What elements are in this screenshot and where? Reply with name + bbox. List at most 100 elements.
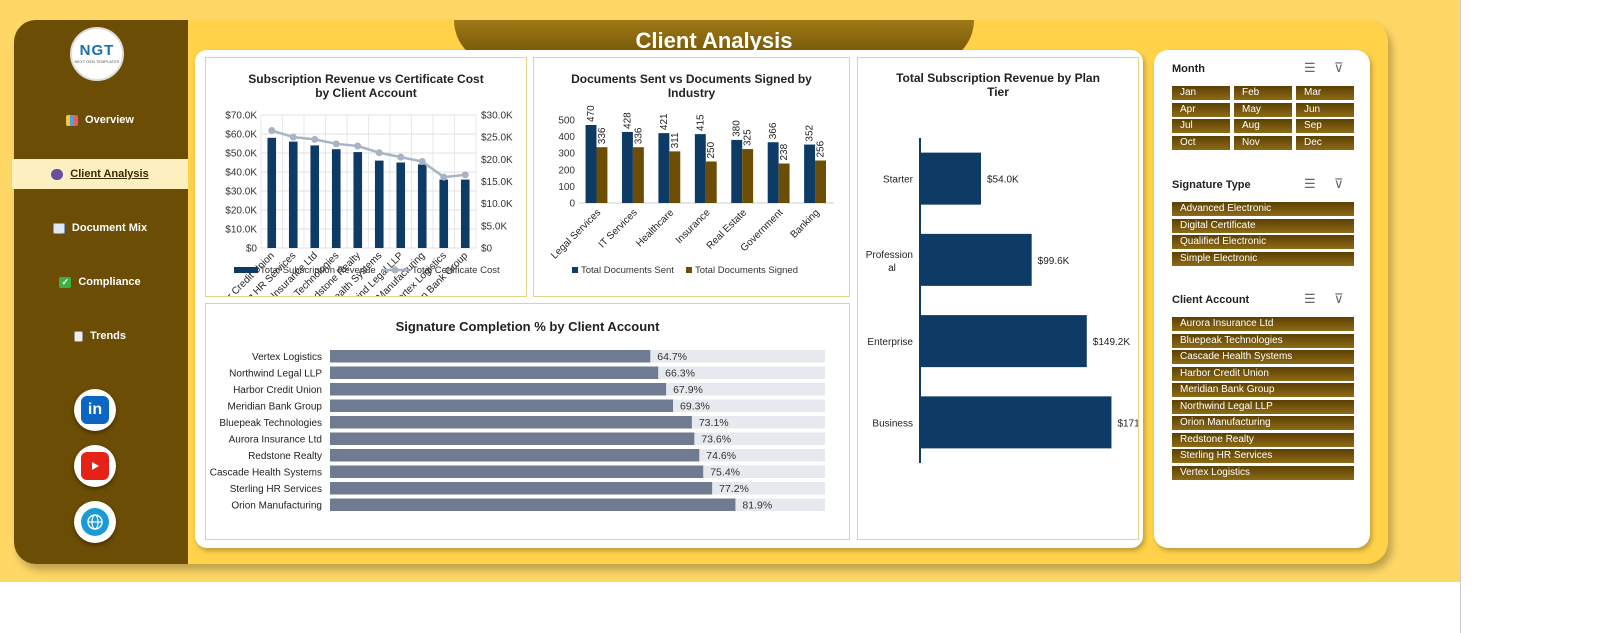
client-chip-meridian-bank-group[interactable]: Meridian Bank Group <box>1172 383 1354 397</box>
nav-label: Trends <box>89 330 127 342</box>
data-label: 81.9% <box>742 500 772 512</box>
linkedin-button[interactable]: in <box>74 389 116 431</box>
youtube-button[interactable] <box>74 445 116 487</box>
logo: NGT NEXT GEN TEMPLATES <box>70 27 124 81</box>
y2-tick-label: $5.0K <box>481 221 507 232</box>
y-tick-label: al <box>888 263 896 274</box>
y-tick-label: Enterprise <box>867 337 913 348</box>
legend-label: Total Documents Signed <box>695 265 798 276</box>
signed-bar <box>632 147 644 203</box>
client-chip-orion-manufacturing[interactable]: Orion Manufacturing <box>1172 416 1354 430</box>
y-tick-label: $60.0K <box>225 130 257 141</box>
cost-point <box>375 149 383 157</box>
month-chip-sep[interactable]: Sep <box>1296 119 1354 133</box>
revenue-bar <box>353 152 363 248</box>
client-chip-sterling-hr-services[interactable]: Sterling HR Services <box>1172 449 1354 463</box>
month-chip-jun[interactable]: Jun <box>1296 102 1354 117</box>
signed-bar <box>778 163 790 203</box>
signature-chip-qualified-electronic[interactable]: Qualified Electronic <box>1172 235 1354 249</box>
revenue-bar <box>439 179 449 248</box>
data-label: 336 <box>633 127 644 144</box>
y-tick-label: Bluepeak Technologies <box>219 418 322 429</box>
client-chip-vertex-logistics[interactable]: Vertex Logistics <box>1172 465 1354 480</box>
y-tick-label: 200 <box>558 165 575 176</box>
nav-client-analysis[interactable]: Client Analysis <box>12 159 188 189</box>
month-chip-oct[interactable]: Oct <box>1172 135 1230 150</box>
sent-bar <box>585 124 597 203</box>
nav-compliance[interactable]: ✓ Compliance <box>12 267 188 297</box>
cost-point <box>311 135 319 143</box>
y-tick-label: 500 <box>558 116 575 127</box>
y2-tick-label: $0 <box>481 244 493 255</box>
completion-bar <box>330 366 659 379</box>
nav-overview[interactable]: Overview <box>12 105 188 135</box>
linkedin-icon: in <box>81 396 109 424</box>
y-tick-label: Sterling HR Services <box>230 484 322 495</box>
legend-swatch <box>686 267 692 273</box>
month-chip-jul[interactable]: Jul <box>1172 119 1230 133</box>
signature-chip-digital-certificate[interactable]: Digital Certificate <box>1172 218 1354 233</box>
page: Client Analysis NGT NEXT GEN TEMPLATES O… <box>0 0 1600 633</box>
signed-bar <box>669 151 681 203</box>
nav-document-mix[interactable]: Document Mix <box>12 213 188 243</box>
x-tick-label: IT Services <box>597 207 640 250</box>
month-chip-nov[interactable]: Nov <box>1234 135 1292 150</box>
y2-tick-label: $25.0K <box>481 133 513 144</box>
website-button[interactable] <box>74 501 116 543</box>
month-chip-mar[interactable]: Mar <box>1296 86 1354 100</box>
client-chip-redstone-realty[interactable]: Redstone Realty <box>1172 432 1354 447</box>
y2-tick-label: $30.0K <box>481 111 513 122</box>
plan-bar <box>921 152 981 205</box>
y-tick-label: Aurora Insurance Ltd <box>229 435 322 446</box>
y-tick-label: $10.0K <box>225 225 257 236</box>
sent-bar <box>694 134 706 203</box>
nav-trends[interactable]: Trends <box>12 321 188 351</box>
nav-label: Client Analysis <box>70 168 149 180</box>
data-label: 74.6% <box>706 450 736 462</box>
data-label: 366 <box>768 122 779 139</box>
completion-bar <box>330 350 651 363</box>
data-label: 73.1% <box>699 417 729 429</box>
data-label: 64.7% <box>657 351 687 363</box>
signature-chip-advanced-electronic[interactable]: Advanced Electronic <box>1172 202 1354 216</box>
completion-chart: Vertex Logistics 64.7% Northwind Legal LLP… <box>210 350 825 512</box>
clear-filter-icon[interactable]: ⊽ <box>1334 60 1344 76</box>
trend-chart-icon <box>52 222 65 234</box>
plan-tier-chart: $54.0K Starter $99.6K Profession al $149.2K En… <box>866 138 1138 463</box>
blank-area <box>1460 0 1600 633</box>
month-chip-may[interactable]: May <box>1234 102 1292 117</box>
y2-tick-label: $10.0K <box>481 199 513 210</box>
data-label: 352 <box>805 124 816 141</box>
client-chip-bluepeak-technologies[interactable]: Bluepeak Technologies <box>1172 333 1354 348</box>
multi-select-icon[interactable]: ☰ <box>1304 291 1316 307</box>
signed-bar <box>705 161 717 203</box>
client-chip-cascade-health-systems[interactable]: Cascade Health Systems <box>1172 350 1354 364</box>
month-chip-dec[interactable]: Dec <box>1296 135 1354 150</box>
clear-filter-icon[interactable]: ⊽ <box>1334 291 1344 307</box>
check-icon: ✓ <box>59 276 72 288</box>
data-label: 75.4% <box>710 467 740 479</box>
revenue-bar <box>396 162 406 248</box>
client-chip-harbor-credit-union[interactable]: Harbor Credit Union <box>1172 366 1354 381</box>
data-label: 66.3% <box>665 368 695 380</box>
client-chip-northwind-legal-llp[interactable]: Northwind Legal LLP <box>1172 399 1354 414</box>
clear-filter-icon[interactable]: ⊽ <box>1334 176 1344 192</box>
client-chip-aurora-insurance-ltd[interactable]: Aurora Insurance Ltd <box>1172 317 1354 331</box>
completion-chart-card: Signature Completion % by Client Account… <box>205 303 850 540</box>
documents-chart-card: Documents Sent vs Documents Signed by In… <box>533 57 850 297</box>
data-label: 256 <box>816 140 827 157</box>
signature-chip-simple-electronic[interactable]: Simple Electronic <box>1172 251 1354 266</box>
month-chip-jan[interactable]: Jan <box>1172 86 1230 100</box>
data-label: 238 <box>779 143 790 160</box>
multi-select-icon[interactable]: ☰ <box>1304 60 1316 76</box>
y-tick-label: 300 <box>558 149 575 160</box>
x-tick-label: Legal Services <box>549 207 603 261</box>
month-chip-aug[interactable]: Aug <box>1234 119 1292 133</box>
completion-bar <box>330 482 713 495</box>
month-chip-feb[interactable]: Feb <box>1234 86 1292 100</box>
multi-select-icon[interactable]: ☰ <box>1304 176 1316 192</box>
slicer-client-title: Client Account <box>1172 294 1250 306</box>
cost-point <box>268 127 276 135</box>
logo-subtext: NEXT GEN TEMPLATES <box>74 59 120 64</box>
month-chip-apr[interactable]: Apr <box>1172 102 1230 117</box>
